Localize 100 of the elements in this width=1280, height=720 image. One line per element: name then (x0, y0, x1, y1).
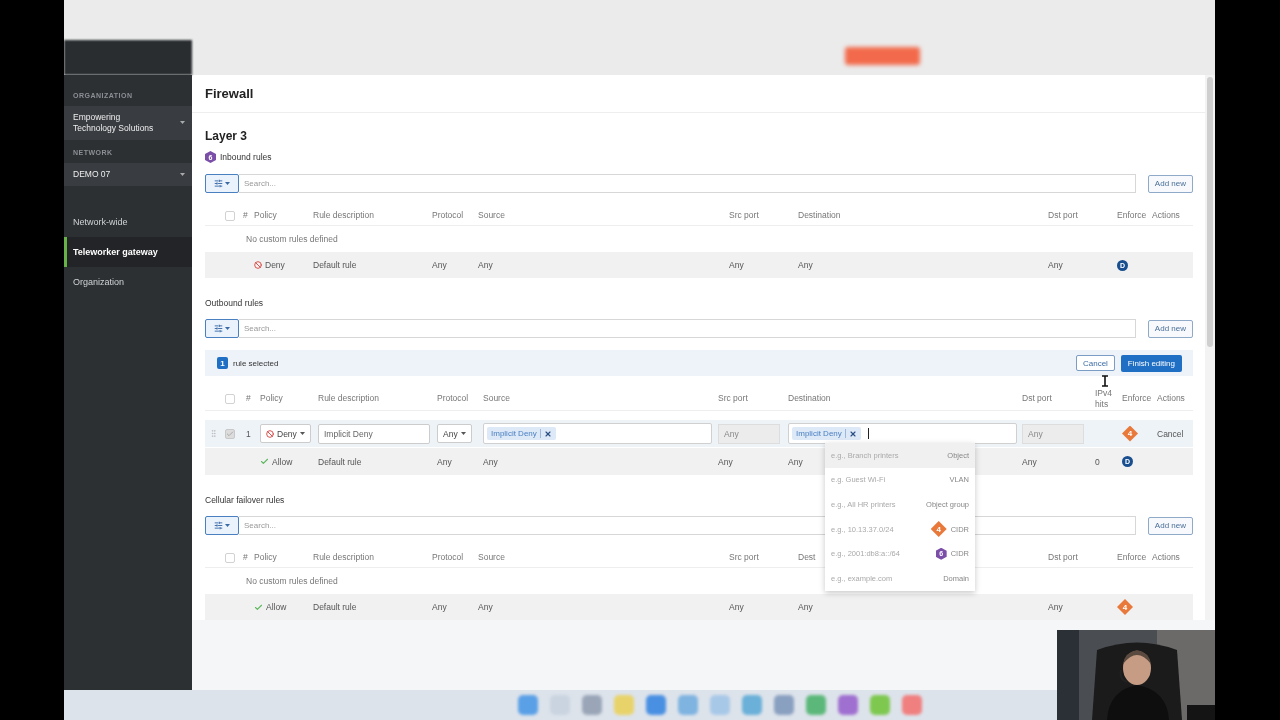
table-cell: Any (798, 260, 813, 270)
add-new-button[interactable]: Add new (1147, 174, 1193, 193)
table-cell: Any (478, 260, 493, 270)
remove-icon[interactable] (848, 429, 857, 438)
table-cell: Any (1048, 260, 1063, 270)
column-header: # (246, 393, 251, 404)
section-label: Inbound rules (220, 152, 272, 162)
sliders-icon (214, 521, 223, 530)
column-header: Actions (1152, 552, 1180, 563)
source-field[interactable]: Implicit Deny (483, 423, 712, 444)
table-cell: Any (788, 456, 803, 467)
dock-app-icon[interactable] (805, 695, 826, 715)
select-all-checkbox[interactable] (225, 552, 235, 563)
dock-app-icon[interactable] (709, 695, 730, 715)
column-header: Actions (1157, 393, 1185, 404)
policy-label: Allow (272, 456, 293, 467)
column-header: Dst port (1022, 393, 1052, 404)
add-new-button[interactable]: Add new (1147, 319, 1193, 338)
search-field[interactable]: Search... (239, 174, 1136, 193)
selection-text: rule selected (233, 358, 280, 368)
select-all-checkbox[interactable] (225, 393, 235, 404)
column-header: Dst port (1048, 210, 1078, 221)
dock-app-icon[interactable] (901, 695, 922, 715)
tag-label: Implicit Deny (796, 429, 846, 438)
text-caret (867, 428, 869, 439)
select-all-checkbox[interactable] (225, 210, 235, 221)
protocol-select[interactable]: Any (437, 424, 472, 443)
add-new-button[interactable]: Add new (1147, 516, 1193, 535)
caret-icon (225, 524, 230, 527)
table-cell: 1 (246, 428, 251, 439)
dock-app-icon[interactable] (741, 695, 762, 715)
empty-message: No custom rules defined (246, 575, 338, 586)
cancel-link[interactable]: Cancel (1157, 428, 1184, 439)
caret-icon (460, 432, 466, 435)
cancel-button[interactable]: Cancel (1075, 355, 1115, 371)
table-cell: Any (718, 456, 733, 467)
filter-button[interactable] (205, 319, 239, 338)
sidebar-selector[interactable]: DEMO 07 (64, 163, 192, 186)
column-header: Policy (260, 393, 283, 404)
table-cell: Any (478, 602, 493, 612)
tag-label: Implicit Deny (491, 429, 541, 438)
sliders-icon (214, 324, 223, 333)
sidebar-item[interactable]: Network-wide (64, 207, 192, 237)
column-header: Policy (254, 210, 277, 221)
column-header: Rule description (313, 210, 374, 221)
column-header: # (243, 552, 248, 563)
policy-label: Deny (265, 260, 285, 270)
row-checkbox[interactable] (225, 428, 235, 439)
column-header: Protocol (432, 552, 464, 563)
column-header: Source (483, 393, 510, 404)
check-icon (254, 602, 263, 612)
caret-icon (225, 327, 230, 330)
filter-button[interactable] (205, 516, 239, 535)
page-title: Firewall (192, 75, 1205, 113)
column-header: Enforce (1122, 393, 1152, 404)
dock-app-icon[interactable] (613, 695, 634, 715)
remove-icon[interactable] (543, 429, 552, 438)
sliders-icon (214, 179, 223, 188)
section-label: Outbound rules (205, 298, 264, 308)
count-badge: 1 (217, 357, 228, 369)
dock-app-icon[interactable] (677, 695, 698, 715)
ipv4-badge: 4 (930, 521, 947, 538)
description-field[interactable]: Implicit Deny (318, 423, 430, 444)
policy-select[interactable]: Deny (260, 424, 311, 443)
check-icon (260, 457, 269, 466)
empty-message: No custom rules defined (246, 233, 338, 244)
column-header: Rule description (318, 393, 379, 404)
table-cell: Any (1022, 456, 1037, 467)
caret-icon (180, 121, 185, 124)
deny-icon (254, 261, 262, 269)
table-cell: Default rule (318, 456, 362, 467)
column-header: Rule description (313, 552, 374, 563)
column-header: Actions (1152, 210, 1180, 221)
action-button[interactable] (845, 47, 920, 65)
finish-editing-button[interactable]: Finish editing (1120, 354, 1182, 372)
search-field[interactable]: Search... (239, 319, 1136, 338)
caret-icon (225, 182, 230, 185)
column-header: Destination (798, 210, 841, 221)
column-header: Enforce (1117, 210, 1147, 221)
column-header: Source (478, 210, 505, 221)
policy-label: Allow (266, 602, 287, 612)
sidebar-selector[interactable]: Empowering Technology Solutions (64, 106, 192, 140)
deny-icon (266, 429, 274, 438)
caret-icon (299, 432, 305, 435)
filter-button[interactable] (205, 174, 239, 193)
ipv4-badge: 4 (1117, 599, 1133, 615)
column-header: IPv4 hits (1095, 388, 1112, 409)
dock-app-icon[interactable] (773, 695, 794, 715)
dock-app-icon[interactable] (581, 695, 602, 715)
column-header: # (243, 210, 248, 221)
sidebar-item[interactable]: Organization (64, 267, 192, 297)
table-cell: Any (1048, 602, 1063, 612)
dock-app-icon[interactable] (837, 695, 858, 715)
drag-handle-icon[interactable] (209, 429, 218, 438)
dock-app-icon[interactable] (517, 695, 538, 715)
column-header: Protocol (437, 393, 469, 404)
sidebar-item[interactable]: Teleworker gateway (64, 237, 192, 267)
dock-app-icon[interactable] (645, 695, 666, 715)
section-label: Cellular failover rules (205, 495, 285, 505)
dock-app-icon[interactable] (869, 695, 890, 715)
